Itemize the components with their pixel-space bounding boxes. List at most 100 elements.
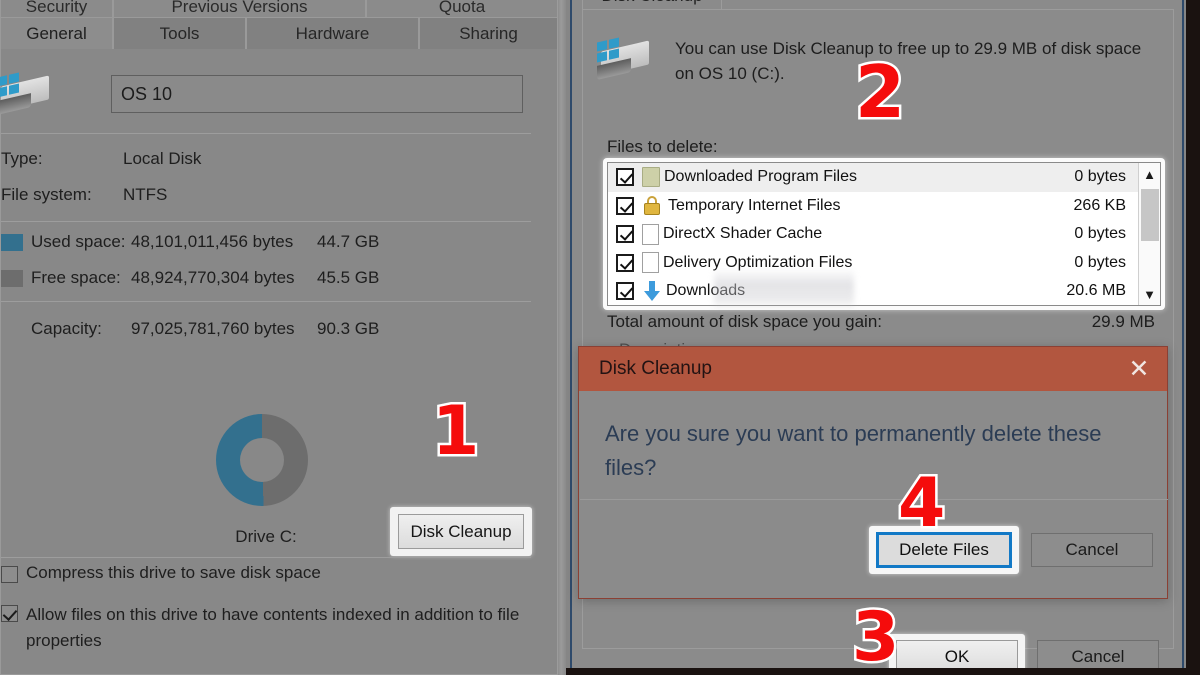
capacity-row: Capacity: 97,025,781,760 bytes 90.3 GB <box>1 319 541 339</box>
windows-drive-icon <box>0 71 57 117</box>
free-space-gb: 45.5 GB <box>317 268 380 287</box>
used-space-label: Used space: <box>31 232 126 251</box>
confirm-delete-dialog: Disk Cleanup ✕ Are you sure you want to … <box>578 346 1168 599</box>
disk-cleanup-button[interactable]: Disk Cleanup <box>398 514 524 549</box>
divider-4 <box>1 557 531 558</box>
used-space-row: Used space: 48,101,011,456 bytes 44.7 GB <box>1 232 541 252</box>
tab-row-secondary: Security Previous Versions Quota <box>0 0 558 18</box>
free-space-label: Free space: <box>31 268 121 287</box>
total-gain-label: Total amount of disk space you gain: <box>607 312 882 331</box>
capacity-gb: 90.3 GB <box>317 319 380 338</box>
file-checkbox[interactable] <box>616 196 634 215</box>
page-icon <box>642 223 659 245</box>
file-size: 0 bytes <box>1074 225 1126 243</box>
screen-right-edge <box>1186 0 1200 675</box>
scroll-down-chevron-icon[interactable]: ▼ <box>1139 283 1160 305</box>
file-name: Downloaded Program Files <box>664 168 857 186</box>
files-to-delete-list[interactable]: Downloaded Program Files 0 bytes Tempora… <box>607 162 1161 306</box>
download-arrow-icon <box>642 280 662 302</box>
tab-tools-label: Tools <box>159 23 200 43</box>
annotation-step-4: 4 <box>895 464 947 543</box>
windows-drive-icon-small <box>595 36 653 80</box>
annotation-step-2: 2 <box>852 50 907 134</box>
compress-drive-checkbox-row[interactable]: Compress this drive to save disk space <box>1 563 531 583</box>
file-checkbox[interactable] <box>616 225 634 244</box>
field-type-label: Type: <box>1 149 43 168</box>
confirm-dialog-title-bar: Disk Cleanup ✕ <box>579 347 1167 391</box>
confirm-cancel-button[interactable]: Cancel <box>1031 532 1153 567</box>
field-type: Type: Local Disk <box>1 149 541 169</box>
scrollbar-thumb[interactable] <box>1141 189 1159 241</box>
field-filesystem: File system: NTFS <box>1 185 541 205</box>
confirm-cancel-button-label: Cancel <box>1065 539 1119 559</box>
tab-tools[interactable]: Tools <box>113 17 246 49</box>
tab-previous-versions-label: Previous Versions <box>171 0 308 16</box>
disk-cleanup-button-highlight: Disk Cleanup <box>390 507 532 556</box>
tab-sharing[interactable]: Sharing <box>419 17 558 49</box>
tab-hardware-label: Hardware <box>295 23 370 43</box>
list-item[interactable]: Delivery Optimization Files 0 bytes <box>608 249 1138 278</box>
divider-2 <box>1 221 531 222</box>
close-icon[interactable]: ✕ <box>1111 347 1167 391</box>
file-name: Temporary Internet Files <box>668 196 841 214</box>
index-contents-checkbox[interactable] <box>1 605 18 622</box>
disk-cleanup-tab-label: Disk Cleanup <box>601 0 702 6</box>
file-size: 0 bytes <box>1074 168 1126 186</box>
free-space-bytes: 48,924,770,304 bytes <box>131 268 295 287</box>
list-item[interactable]: Downloaded Program Files 0 bytes <box>608 163 1138 192</box>
file-name: Downloads <box>666 282 746 300</box>
volume-name-row: OS 10 <box>0 63 559 125</box>
files-list-items: Downloaded Program Files 0 bytes Tempora… <box>608 163 1138 305</box>
volume-name-value: OS 10 <box>121 83 173 104</box>
screenshot-root: Security Previous Versions Quota General… <box>0 0 1200 675</box>
volume-name-input[interactable]: OS 10 <box>111 75 523 113</box>
ok-button-label: OK <box>944 647 970 666</box>
total-gain-value: 29.9 MB <box>1091 312 1155 331</box>
free-space-row: Free space: 48,924,770,304 bytes 45.5 GB <box>1 268 541 288</box>
tab-security[interactable]: Security <box>0 0 113 18</box>
files-to-delete-label: Files to delete: <box>607 137 718 156</box>
annotation-step-1: 1 <box>429 392 481 471</box>
list-item[interactable]: DirectX Shader Cache 0 bytes <box>608 220 1138 249</box>
confirm-dialog-buttons: Delete Files Cancel <box>579 500 1169 599</box>
capacity-label: Capacity: <box>31 319 102 338</box>
field-type-value: Local Disk <box>123 149 202 168</box>
scroll-up-chevron-icon[interactable]: ▲ <box>1139 163 1160 185</box>
lock-icon <box>642 195 664 217</box>
free-space-swatch <box>1 269 23 287</box>
tab-quota[interactable]: Quota <box>366 0 558 18</box>
used-space-gb: 44.7 GB <box>317 232 380 251</box>
tab-quota-label: Quota <box>438 0 486 16</box>
disk-cleanup-header-text: You can use Disk Cleanup to free up to 2… <box>675 39 1142 83</box>
file-name: Delivery Optimization Files <box>663 253 853 271</box>
drive-properties-window: Security Previous Versions Quota General… <box>0 0 566 675</box>
tab-previous-versions[interactable]: Previous Versions <box>113 0 366 18</box>
files-list-highlight: Downloaded Program Files 0 bytes Tempora… <box>603 158 1165 310</box>
list-item[interactable]: Downloads 20.6 MB <box>608 277 1138 305</box>
compress-drive-checkbox[interactable] <box>1 566 18 583</box>
files-list-scrollbar[interactable]: ▲ ▼ <box>1138 163 1160 305</box>
index-contents-label: Allow files on this drive to have conten… <box>26 605 520 650</box>
list-item[interactable]: Temporary Internet Files 266 KB <box>608 192 1138 221</box>
divider-3 <box>1 301 531 302</box>
used-space-swatch <box>1 233 23 251</box>
page-icon <box>642 252 659 274</box>
tab-general[interactable]: General <box>0 17 113 49</box>
file-checkbox[interactable] <box>616 168 634 187</box>
folder-icon <box>642 167 660 188</box>
file-size: 20.6 MB <box>1066 282 1126 300</box>
confirm-dialog-title: Disk Cleanup <box>599 358 712 379</box>
file-size: 266 KB <box>1073 196 1126 214</box>
file-checkbox[interactable] <box>616 253 634 272</box>
field-filesystem-label: File system: <box>1 185 92 204</box>
index-contents-checkbox-row[interactable]: Allow files on this drive to have conten… <box>1 602 521 654</box>
annotation-step-3: 3 <box>849 598 901 675</box>
disk-usage-donut-chart <box>216 414 308 506</box>
file-checkbox[interactable] <box>616 282 634 301</box>
tab-sharing-label: Sharing <box>459 23 518 43</box>
properties-window-right-edge <box>557 0 566 675</box>
tab-hardware[interactable]: Hardware <box>246 17 419 49</box>
cleanup-cancel-button-label: Cancel <box>1071 647 1125 666</box>
field-filesystem-value: NTFS <box>123 185 168 204</box>
file-size: 0 bytes <box>1074 253 1126 271</box>
